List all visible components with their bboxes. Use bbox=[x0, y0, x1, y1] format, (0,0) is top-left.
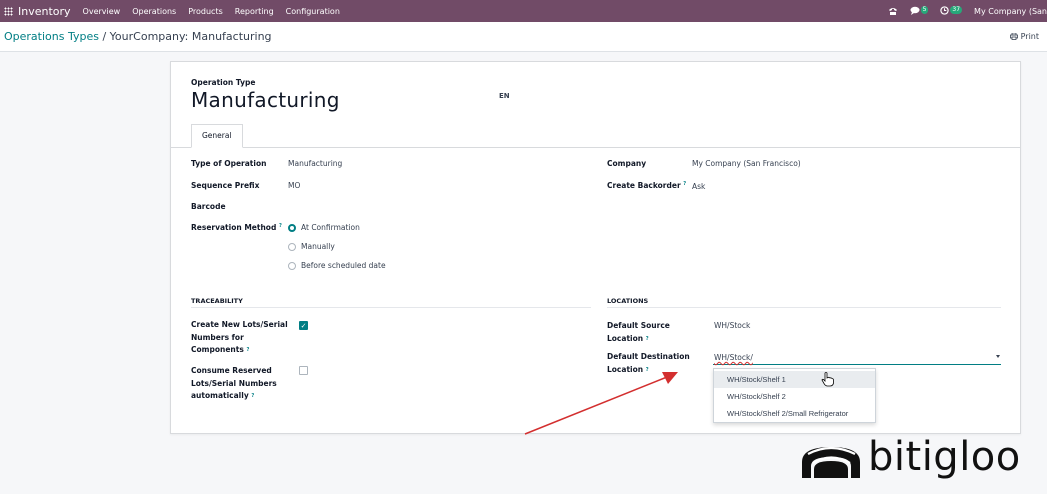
bitigloo-logo: bitigloo bbox=[800, 434, 1030, 484]
annotation-arrow bbox=[524, 372, 678, 435]
igloo-icon bbox=[802, 446, 860, 478]
watermark-text: bitigloo bbox=[868, 434, 1021, 480]
